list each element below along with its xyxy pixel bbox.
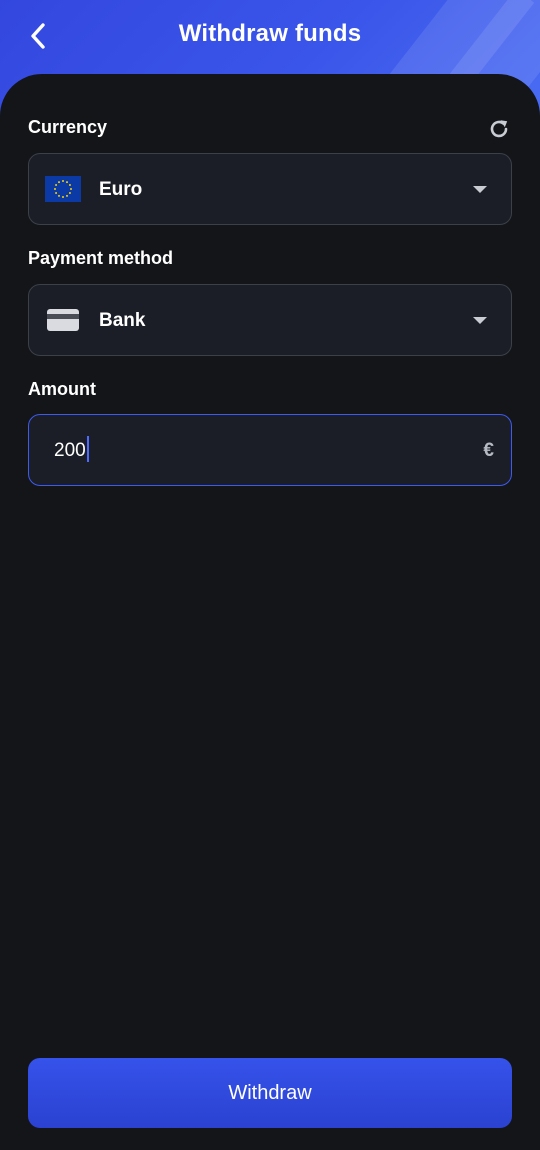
chevron-down-icon — [473, 317, 487, 324]
amount-value-wrapper: 200 — [54, 415, 89, 487]
amount-value: 200 — [54, 440, 86, 461]
refresh-button[interactable] — [486, 116, 512, 142]
payment-method-label: Payment method — [28, 248, 174, 268]
eu-flag-icon — [45, 176, 81, 202]
currency-value: Euro — [99, 179, 143, 200]
payment-method-value: Bank — [99, 310, 146, 331]
form-sheet — [0, 74, 540, 1150]
amount-input[interactable]: 200 € — [28, 414, 512, 486]
payment-method-select[interactable]: Bank — [28, 284, 512, 356]
amount-label: Amount — [28, 379, 96, 399]
credit-card-icon — [47, 309, 79, 331]
currency-select[interactable]: Euro — [28, 153, 512, 225]
page-title: Withdraw funds — [178, 20, 362, 47]
withdraw-button-label: Withdraw — [228, 1081, 312, 1104]
chevron-down-icon — [473, 186, 487, 193]
text-cursor — [86, 436, 89, 463]
euro-sign-icon: € — [483, 440, 494, 461]
currency-label: Currency — [28, 117, 108, 137]
refresh-icon — [490, 120, 508, 138]
withdraw-button[interactable]: Withdraw — [28, 1058, 512, 1128]
